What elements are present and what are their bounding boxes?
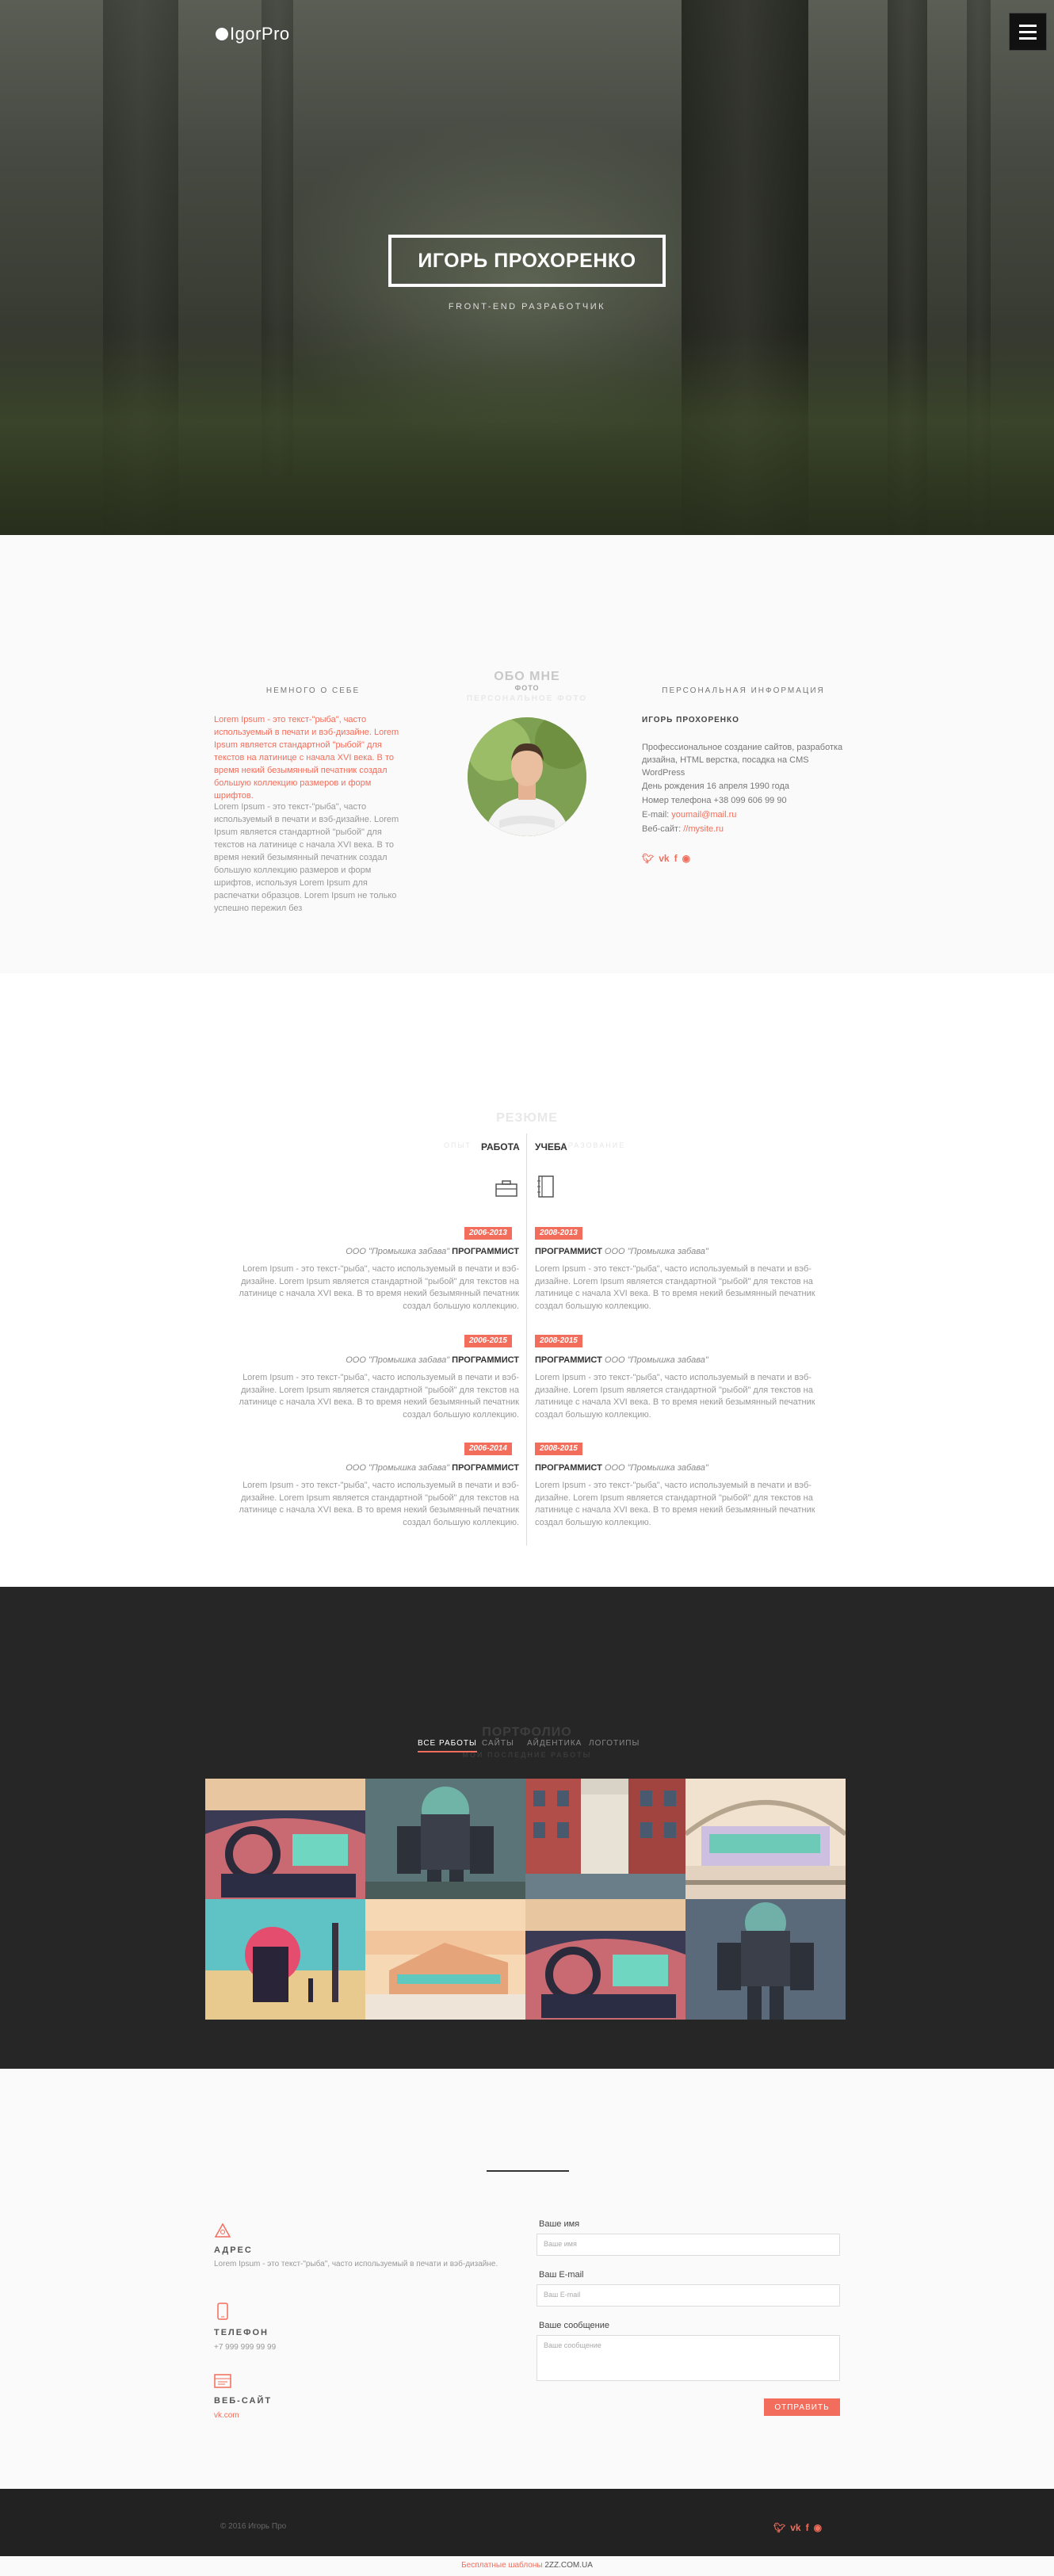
filter-logos[interactable]: ЛОГОТИПЫ — [589, 1739, 640, 1748]
study-text: Lorem Ipsum - это текст-"рыба", часто ис… — [535, 1264, 815, 1311]
send-button[interactable]: ОТПРАВИТЬ — [764, 2398, 840, 2416]
study-text: Lorem Ipsum - это текст-"рыба", часто ис… — [535, 1481, 815, 1527]
avatar — [468, 717, 586, 836]
resume-ghost-left: ОПЫТ — [444, 1141, 472, 1149]
portfolio-item[interactable] — [525, 1899, 685, 2020]
copyright: © 2016 Игорь Про — [220, 2522, 287, 2531]
study-years-badge: 2008-2015 — [535, 1335, 582, 1347]
resume-title: РЕЗЮМЕ — [496, 1111, 558, 1125]
contact-phone-text: +7 999 999 99 99 — [214, 2343, 277, 2352]
contact-address-text: Lorem Ipsum - это текст-"рыба", часто ис… — [214, 2260, 498, 2268]
hero-name: ИГОРЬ ПРОХОРЕНКО — [388, 235, 666, 287]
about-left-orange-text: Lorem Ipsum - это текст-"рыба", часто ис… — [214, 715, 399, 801]
github-icon[interactable]: ◉ — [814, 2522, 822, 2533]
facebook-icon[interactable]: f — [806, 2522, 809, 2533]
about-right-heading: ПЕРСОНАЛЬНАЯ ИНФОРМАЦИЯ — [662, 686, 825, 695]
about-title-ghost: ПЕРСОНАЛЬНОЕ ФОТО — [466, 694, 588, 703]
menu-button[interactable] — [1009, 13, 1047, 51]
twitter-icon[interactable]: 🐦︎ — [773, 2522, 785, 2533]
filter-sites[interactable]: САЙТЫ — [482, 1739, 514, 1748]
github-icon[interactable]: ◉ — [682, 853, 690, 864]
about-title-sub: ФОТО — [514, 684, 540, 692]
contact-phone-label: ТЕЛЕФОН — [214, 2328, 269, 2337]
about-left-heading: НЕМНОГО О СЕБЕ — [265, 686, 361, 695]
portfolio-item[interactable] — [685, 1779, 846, 1899]
portfolio-item[interactable] — [205, 1779, 365, 1899]
email-field-label: Ваш E-mail — [539, 2270, 584, 2280]
filter-identity[interactable]: АЙДЕНТИКА — [527, 1739, 582, 1748]
study-title: ПРОГРАММИСТ ООО "Промышка забава" — [535, 1355, 708, 1365]
web-icon — [214, 2374, 231, 2388]
portfolio-title: ПОРТФОЛИО — [482, 1726, 572, 1739]
study-text: Lorem Ipsum - это текст-"рыба", часто ис… — [535, 1373, 815, 1420]
logo-circle-icon — [216, 28, 228, 40]
study-title: ПРОГРАММИСТ ООО "Промышка забава" — [535, 1463, 708, 1473]
hamburger-icon — [1019, 24, 1037, 27]
message-field[interactable]: Ваше сообщение — [537, 2335, 840, 2381]
portfolio-item[interactable] — [365, 1779, 525, 1899]
briefcase-icon — [495, 1180, 517, 1197]
about-social-links: 🐦︎ vk f ◉ — [642, 851, 695, 866]
portfolio-item[interactable] — [525, 1779, 685, 1899]
about-site-row: Веб-сайт: //mysite.ru — [642, 824, 724, 834]
work-years-badge: 2006-2015 — [464, 1335, 512, 1347]
hero-section: IgorPro ИГОРЬ ПРОХОРЕНКО FRONT-END РАЗРА… — [0, 0, 1054, 535]
footer-social-links: 🐦︎ vk f ◉ — [773, 2521, 827, 2535]
study-title: ПРОГРАММИСТ ООО "Промышка забава" — [535, 1247, 708, 1256]
about-right-name: ИГОРЬ ПРОХОРЕНКО — [642, 716, 739, 724]
about-title: ОБО МНЕ — [494, 670, 560, 683]
portfolio-section: ПОРТФОЛИО МОИ ПОСЛЕДНИЕ РАБОТЫ ВСЕ РАБОТ… — [0, 1587, 1054, 2069]
email-field[interactable]: Ваш E-mail — [537, 2284, 840, 2307]
work-title: ООО "Промышка забава" ПРОГРАММИСТ — [346, 1355, 519, 1365]
vk-icon[interactable]: vk — [790, 2522, 800, 2533]
study-years-badge: 2008-2013 — [535, 1227, 582, 1240]
about-right-desc: Профессиональное создание сайтов, разраб… — [642, 743, 843, 778]
contact-divider — [487, 2170, 569, 2172]
about-email-link[interactable]: youmail@mail.ru — [671, 810, 736, 820]
name-field[interactable]: Ваше имя — [537, 2234, 840, 2256]
about-phone: Номер телефона +38 099 606 99 90 — [642, 796, 787, 805]
notebook-icon — [537, 1175, 554, 1198]
work-title: ООО "Промышка забава" ПРОГРАММИСТ — [346, 1463, 519, 1473]
twitter-icon[interactable]: 🐦︎ — [642, 853, 654, 864]
credit-site[interactable]: 2ZZ.COM.UA — [544, 2561, 593, 2570]
work-text: Lorem Ipsum - это текст-"рыба", часто ис… — [239, 1481, 519, 1527]
portfolio-item[interactable] — [365, 1899, 525, 2020]
work-text: Lorem Ipsum - это текст-"рыба", часто ис… — [239, 1373, 519, 1420]
portrait-image — [468, 717, 586, 836]
map-marker-icon — [214, 2222, 231, 2238]
credit-link[interactable]: Бесплатные шаблоны — [461, 2561, 542, 2570]
tab-work[interactable]: РАБОТА — [481, 1141, 520, 1152]
about-site-link[interactable]: //mysite.ru — [683, 824, 724, 834]
about-left-grey-text: Lorem Ipsum - это текст-"рыба", часто ис… — [214, 802, 399, 913]
contact-site-link[interactable]: vk.com — [214, 2410, 239, 2421]
study-years-badge: 2008-2015 — [535, 1443, 582, 1455]
contact-address-label: АДРЕС — [214, 2245, 253, 2255]
about-birthday: День рождения 16 апреля 1990 года — [642, 782, 790, 791]
filter-all[interactable]: ВСЕ РАБОТЫ — [418, 1739, 477, 1752]
resume-section — [0, 973, 1054, 1588]
portfolio-item[interactable] — [685, 1899, 846, 2020]
footer: © 2016 Игорь Про 🐦︎ vk f ◉ — [0, 2489, 1054, 2556]
credit-line: Бесплатные шаблоны 2ZZ.COM.UA — [0, 2556, 1054, 2576]
facebook-icon[interactable]: f — [674, 853, 678, 864]
timeline-line — [526, 1133, 527, 1546]
work-years-badge: 2006-2014 — [464, 1443, 512, 1455]
work-text: Lorem Ipsum - это текст-"рыба", часто ис… — [239, 1264, 519, 1311]
portfolio-item[interactable] — [205, 1899, 365, 2020]
work-title: ООО "Промышка забава" ПРОГРАММИСТ — [346, 1247, 519, 1256]
contact-site-label: ВЕБ-САЙТ — [214, 2396, 273, 2406]
vk-icon[interactable]: vk — [659, 853, 669, 864]
message-field-label: Ваше сообщение — [539, 2321, 609, 2330]
name-field-label: Ваше имя — [539, 2219, 580, 2229]
tab-study[interactable]: УЧЕБА — [535, 1141, 567, 1152]
site-logo[interactable]: IgorPro — [216, 24, 290, 44]
work-years-badge: 2006-2013 — [464, 1227, 512, 1240]
about-email-row: E-mail: youmail@mail.ru — [642, 810, 737, 820]
hero-subtitle: FRONT-END РАЗРАБОТЧИК — [448, 302, 606, 311]
phone-icon — [217, 2303, 228, 2320]
